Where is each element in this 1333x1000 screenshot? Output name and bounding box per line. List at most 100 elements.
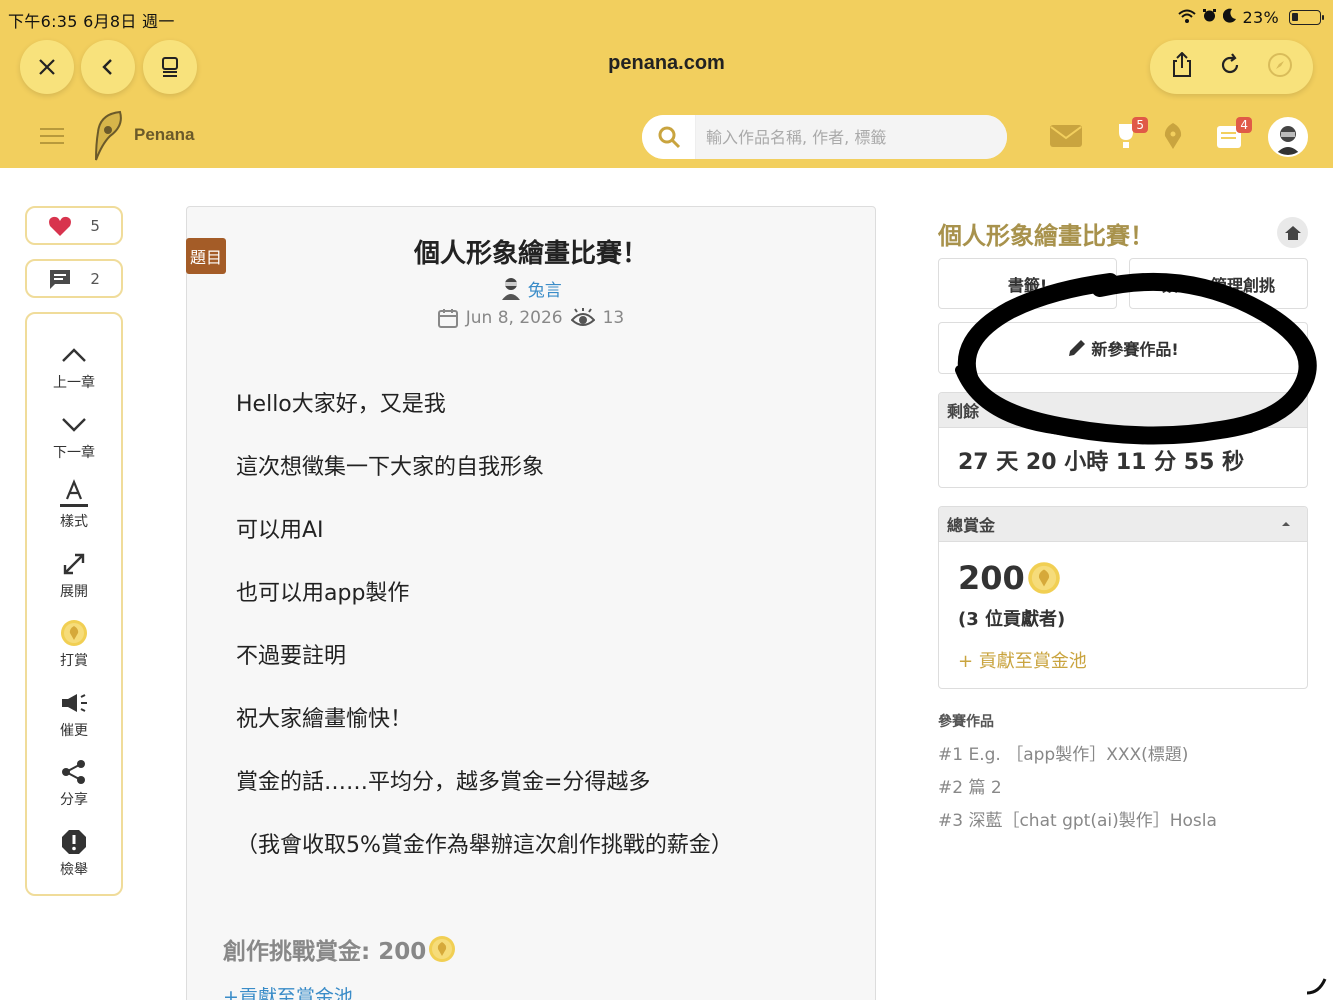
notifications-button[interactable]: 4 — [1212, 117, 1252, 152]
paragraph: （我會收取5%賞金作為舉辦這次創作挑戰的薪金） — [236, 833, 733, 858]
like-button[interactable]: 5 — [25, 206, 123, 245]
manage-label: 簽籤 / 管理創挑 — [1162, 275, 1275, 295]
tool-label: 上一章 — [53, 375, 95, 391]
coin-icon — [429, 936, 456, 962]
like-count: 5 — [90, 216, 100, 235]
bookmark-label: 書籤! — [1007, 275, 1048, 295]
caret-up-icon — [1282, 522, 1290, 526]
new-entry-button[interactable]: 新參賽作品! — [938, 322, 1308, 374]
tool-label: 催更 — [60, 722, 88, 739]
calendar-icon — [437, 309, 458, 328]
user-avatar[interactable] — [1268, 117, 1308, 157]
bounty-card: 總賞金 200 (3 位貢獻者) + 貢獻至賞金池 — [938, 506, 1308, 689]
comment-button[interactable]: 2 — [25, 259, 123, 298]
report-button[interactable]: 檢舉 — [60, 825, 88, 895]
moon-icon — [1222, 8, 1237, 27]
reload-icon[interactable] — [1218, 53, 1242, 81]
article-meta: Jun 8, 2026 13 — [186, 308, 876, 328]
wifi-icon — [1177, 8, 1196, 27]
contribute-link[interactable]: +貢獻至賞金池 — [223, 982, 353, 1000]
compass-icon[interactable] — [1267, 52, 1293, 82]
challenge-prize: 創作挑戰賞金: 200 — [223, 932, 456, 966]
rewards-badge: 5 — [1132, 117, 1148, 133]
manage-challenge-button[interactable]: 簽籤 / 管理創挑 — [1129, 258, 1308, 309]
entry-link[interactable]: #3 深藍［chat gpt(ai)製作］Hosla — [938, 806, 1217, 831]
chapter-toolbar: 上一章 下一章 樣式 展開 打賞 催更 分享 檢舉 — [25, 312, 123, 896]
urge-update-button[interactable]: 催更 — [60, 686, 88, 756]
comment-icon — [50, 269, 71, 289]
battery-icon — [1289, 10, 1324, 25]
menu-icon[interactable] — [40, 128, 64, 146]
penana-pen-icon — [95, 110, 122, 161]
paragraph: 不過要註明 — [236, 644, 347, 669]
publish-date: Jun 8, 2026 — [465, 308, 563, 328]
share-icon — [62, 760, 85, 784]
battery-percent: 23% — [1242, 8, 1279, 27]
time-remaining-header: 剩餘 — [939, 393, 1307, 428]
bounty-header[interactable]: 總賞金 — [939, 507, 1307, 542]
search-icon — [658, 126, 680, 149]
logo-text: Penana — [134, 125, 195, 144]
entry-link[interactable]: #1 E.g. ［app製作］XXX(標題) — [938, 740, 1188, 765]
comment-count: 2 — [90, 269, 100, 288]
app-header: 下午6:35 6月8日 週一 23% penana.com Penana 輸入作… — [0, 0, 1333, 168]
bounty-amount: 200 — [958, 559, 1061, 597]
tip-button[interactable]: 打賞 — [60, 616, 88, 686]
time-remaining-card: 剩餘 27 天 20 小時 11 分 55 秒 — [938, 392, 1308, 488]
home-button[interactable] — [1277, 217, 1308, 248]
penana-logo[interactable]: Penana — [90, 108, 194, 162]
new-entry-label: 新參賽作品! — [1091, 340, 1179, 359]
paragraph: 可以用AI — [236, 518, 324, 543]
author-avatar-icon — [502, 278, 521, 300]
style-button[interactable]: 樣式 — [60, 477, 88, 547]
notifications-badge: 4 — [1236, 117, 1252, 133]
chevron-down-icon — [62, 417, 86, 432]
time-remaining-value: 27 天 20 小時 11 分 55 秒 — [958, 450, 1245, 475]
paragraph: 這次想徵集一下大家的自我形象 — [236, 455, 545, 480]
avatar-icon — [1275, 126, 1301, 155]
entry-link[interactable]: #2 篇 2 — [938, 773, 1002, 798]
url-bar[interactable]: penana.com — [0, 52, 1333, 75]
tool-label: 下一章 — [53, 444, 95, 461]
author-name: 兔言 — [527, 281, 562, 301]
expand-icon — [63, 553, 85, 574]
prev-chapter-button[interactable]: 上一章 — [53, 338, 95, 408]
tool-label: 分享 — [60, 792, 88, 808]
bookmark-button[interactable]: 書籤! — [938, 258, 1117, 309]
mail-button[interactable] — [1048, 120, 1084, 152]
pen-nib-icon — [1164, 123, 1182, 149]
view-count: 13 — [602, 308, 625, 328]
paragraph: 祝大家繪畫愉快！ — [236, 707, 413, 732]
tool-label: 檢舉 — [60, 861, 88, 878]
expand-button[interactable]: 展開 — [60, 547, 88, 617]
eye-icon — [570, 308, 595, 326]
author-link[interactable]: 兔言 — [186, 276, 876, 301]
pencil-icon — [1069, 340, 1086, 356]
tool-label: 樣式 — [60, 514, 88, 530]
browser-actions — [1150, 40, 1313, 94]
rewards-button[interactable]: 5 — [1108, 117, 1148, 152]
challenge-title: 個人形象繪畫比賽！ — [938, 222, 1154, 250]
paragraph: 也可以用app製作 — [236, 581, 410, 606]
share-button[interactable]: 分享 — [60, 755, 88, 825]
contribute-bounty-link[interactable]: + 貢獻至賞金池 — [958, 647, 1087, 673]
search-bar — [642, 115, 1007, 159]
paragraph: 賞金的話……平均分，越多賞金=分得越多 — [236, 770, 651, 795]
tool-label: 展開 — [60, 583, 88, 600]
search-button[interactable] — [642, 115, 696, 159]
next-chapter-button[interactable]: 下一章 — [53, 408, 95, 478]
entries-header: 參賽作品 — [938, 714, 994, 730]
prize-label: 創作挑戰賞金: 200 — [223, 939, 427, 965]
search-input[interactable] — [696, 115, 1007, 159]
status-indicators: 23% — [1177, 8, 1324, 27]
pen-button[interactable] — [1155, 120, 1191, 152]
report-icon — [62, 829, 86, 854]
bounty-contributors: (3 位貢獻者) — [958, 609, 1066, 630]
paragraph: Hello大家好，又是我 — [236, 392, 446, 417]
megaphone-icon — [62, 693, 87, 712]
share-icon[interactable] — [1170, 51, 1194, 82]
alarm-icon — [1202, 8, 1217, 27]
mail-icon — [1050, 125, 1082, 147]
heart-icon — [49, 216, 72, 236]
resize-handle-icon — [1306, 978, 1327, 995]
